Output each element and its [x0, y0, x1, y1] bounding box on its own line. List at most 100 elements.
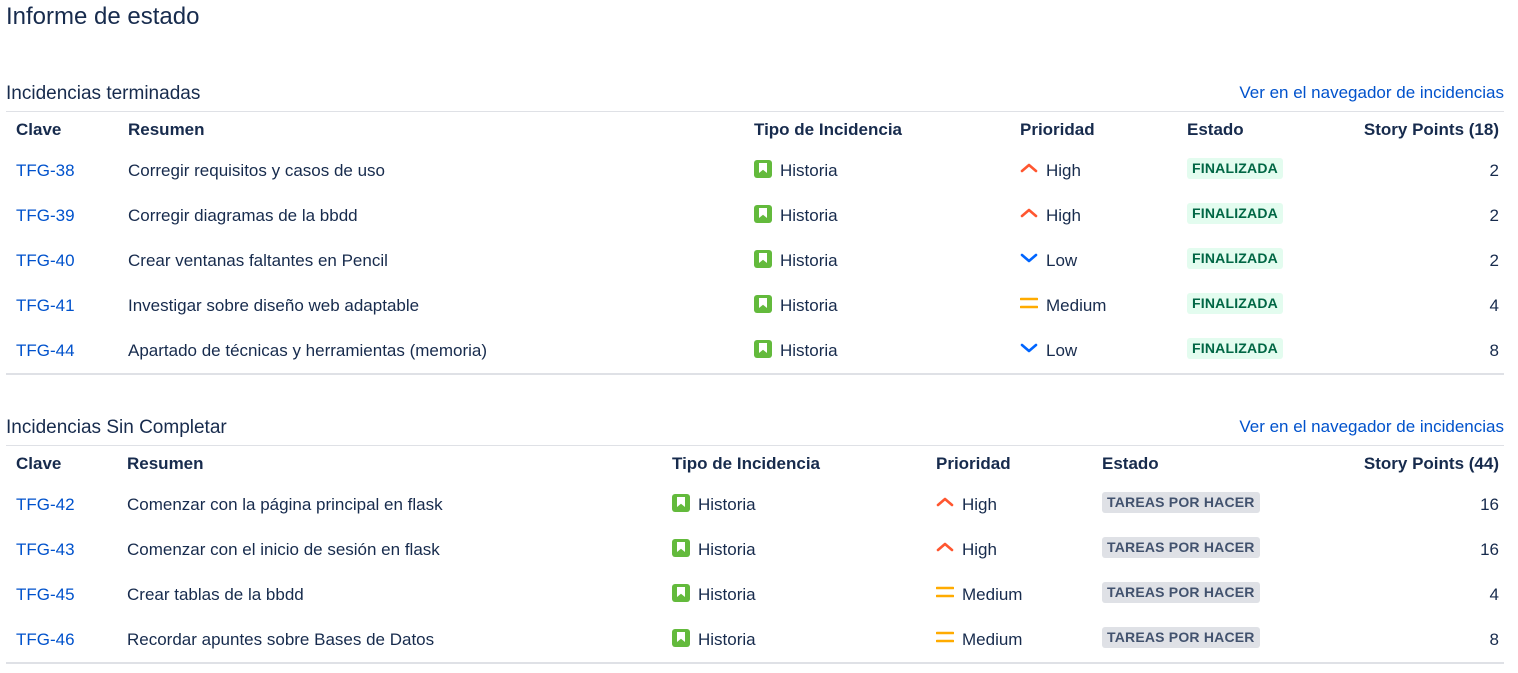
table-header-row: Clave Resumen Tipo de Incidencia Priorid… — [6, 112, 1504, 148]
priority-label: High — [1046, 160, 1081, 180]
cell-story-points: 16 — [1480, 539, 1499, 559]
column-header-story-points[interactable]: Story Points (18) — [1337, 112, 1504, 148]
column-header-priority[interactable]: Prioridad — [1010, 112, 1177, 148]
table-row[interactable]: TFG-42 Comenzar con la página principal e… — [6, 482, 1504, 527]
column-header-key[interactable]: Clave — [6, 446, 117, 482]
cell-issue-type: Historia — [662, 572, 926, 617]
cell-status: TAREAS POR HACER — [1092, 482, 1292, 527]
status-badge: TAREAS POR HACER — [1102, 492, 1260, 513]
story-icon — [754, 205, 772, 223]
table-row[interactable]: TFG-46 Recordar apuntes sobre Bases de Da… — [6, 617, 1504, 664]
story-icon — [672, 494, 690, 512]
cell-issue-type: Historia — [744, 238, 1010, 283]
cell-summary: Comenzar con la página principal en flas… — [127, 494, 443, 514]
priority-medium-icon — [936, 585, 962, 604]
status-badge: FINALIZADA — [1187, 293, 1283, 314]
cell-story-points: 16 — [1480, 494, 1499, 514]
priority-label: Low — [1046, 340, 1078, 360]
issue-type-label: Historia — [780, 251, 838, 270]
column-header-story-points[interactable]: Story Points (44) — [1292, 446, 1504, 482]
issue-key-link[interactable]: TFG-44 — [16, 341, 75, 360]
issue-key-link[interactable]: TFG-38 — [16, 161, 75, 180]
cell-summary: Comenzar con el inicio de sesión en flas… — [127, 539, 440, 559]
story-icon — [754, 340, 772, 358]
priority-high-icon — [1020, 161, 1046, 180]
cell-summary: Corregir requisitos y casos de uso — [128, 160, 386, 180]
cell-summary: Crear tablas de la bbdd — [127, 584, 304, 604]
issue-key-link[interactable]: TFG-46 — [16, 630, 75, 649]
issue-key-link[interactable]: TFG-40 — [16, 251, 75, 270]
story-icon — [672, 539, 690, 557]
priority-label: High — [962, 494, 997, 514]
column-header-key[interactable]: Clave — [6, 112, 118, 148]
cell-story-points: 2 — [1489, 250, 1499, 270]
table-row[interactable]: TFG-43 Comenzar con el inicio de sesión e… — [6, 527, 1504, 572]
table-row[interactable]: TFG-41 Investigar sobre diseño web adapta… — [6, 283, 1504, 328]
view-in-issue-navigator-link[interactable]: Ver en el navegador de incidencias — [1239, 82, 1504, 104]
issue-key-link[interactable]: TFG-45 — [16, 585, 75, 604]
priority-low-icon — [1020, 341, 1046, 360]
table-row[interactable]: TFG-40 Crear ventanas faltantes en Pencil… — [6, 238, 1504, 283]
status-badge: FINALIZADA — [1187, 248, 1283, 269]
issue-type-label: Historia — [780, 296, 838, 315]
cell-summary: Investigar sobre diseño web adaptable — [128, 295, 420, 315]
cell-status: FINALIZADA — [1177, 148, 1337, 193]
issue-type-label: Historia — [698, 585, 756, 604]
cell-story-points: 2 — [1489, 160, 1499, 180]
cell-status: FINALIZADA — [1177, 328, 1337, 375]
cell-issue-type: Historia — [744, 283, 1010, 328]
issue-key-link[interactable]: TFG-43 — [16, 540, 75, 559]
issue-type-label: Historia — [780, 161, 838, 180]
page-title: Informe de estado — [6, 3, 200, 30]
cell-summary: Recordar apuntes sobre Bases de Datos — [117, 617, 662, 664]
view-in-issue-navigator-link[interactable]: Ver en el navegador de incidencias — [1239, 416, 1504, 438]
table-row[interactable]: TFG-38 Corregir requisitos y casos de uso… — [6, 148, 1504, 193]
cell-priority: Low — [1010, 238, 1177, 283]
cell-story-points: 8 — [1337, 328, 1504, 375]
section-header: Incidencias Sin Completar Ver en el nave… — [6, 411, 1504, 446]
cell-key: TFG-40 — [6, 238, 118, 283]
story-icon — [672, 584, 690, 602]
priority-label: Medium — [1046, 295, 1107, 315]
column-header-priority[interactable]: Prioridad — [926, 446, 1092, 482]
cell-status: FINALIZADA — [1177, 193, 1337, 238]
cell-issue-type: Historia — [744, 328, 1010, 375]
table-row[interactable]: TFG-39 Corregir diagramas de la bbdd Histo… — [6, 193, 1504, 238]
cell-summary: Corregir diagramas de la bbdd — [128, 205, 358, 225]
cell-summary: Apartado de técnicas y herramientas (mem… — [118, 328, 744, 375]
cell-key: TFG-44 — [6, 328, 118, 375]
cell-story-points: 4 — [1489, 295, 1499, 315]
status-badge: FINALIZADA — [1187, 338, 1283, 359]
status-badge: TAREAS POR HACER — [1102, 582, 1260, 603]
table-row[interactable]: TFG-44 Apartado de técnicas y herramienta… — [6, 328, 1504, 375]
priority-label: High — [962, 539, 997, 559]
issue-key-link[interactable]: TFG-39 — [16, 206, 75, 225]
cell-priority: High — [926, 482, 1092, 527]
table-row[interactable]: TFG-45 Crear tablas de la bbdd Historia Med… — [6, 572, 1504, 617]
column-header-summary[interactable]: Resumen — [118, 112, 744, 148]
priority-high-icon — [936, 540, 962, 559]
column-header-type[interactable]: Tipo de Incidencia — [662, 446, 926, 482]
priority-label: High — [1046, 205, 1081, 225]
issue-type-label: Historia — [780, 341, 838, 360]
cell-key: TFG-39 — [6, 193, 118, 238]
column-header-status[interactable]: Estado — [1092, 446, 1292, 482]
column-header-status[interactable]: Estado — [1177, 112, 1337, 148]
cell-story-points: 2 — [1489, 205, 1499, 225]
column-header-type[interactable]: Tipo de Incidencia — [744, 112, 1010, 148]
issue-key-link[interactable]: TFG-42 — [16, 495, 75, 514]
status-badge: TAREAS POR HACER — [1102, 627, 1260, 648]
priority-label: Medium — [962, 584, 1023, 604]
column-header-summary[interactable]: Resumen — [117, 446, 662, 482]
cell-status: TAREAS POR HACER — [1092, 527, 1292, 572]
priority-high-icon — [936, 495, 962, 514]
cell-status: TAREAS POR HACER — [1092, 572, 1292, 617]
story-icon — [754, 250, 772, 268]
cell-priority: High — [1010, 193, 1177, 238]
status-badge: TAREAS POR HACER — [1102, 537, 1260, 558]
cell-issue-type: Historia — [662, 617, 926, 664]
issue-key-link[interactable]: TFG-41 — [16, 296, 75, 315]
issue-type-label: Historia — [780, 206, 838, 225]
priority-label: Low — [1046, 250, 1078, 270]
priority-high-icon — [1020, 206, 1046, 225]
